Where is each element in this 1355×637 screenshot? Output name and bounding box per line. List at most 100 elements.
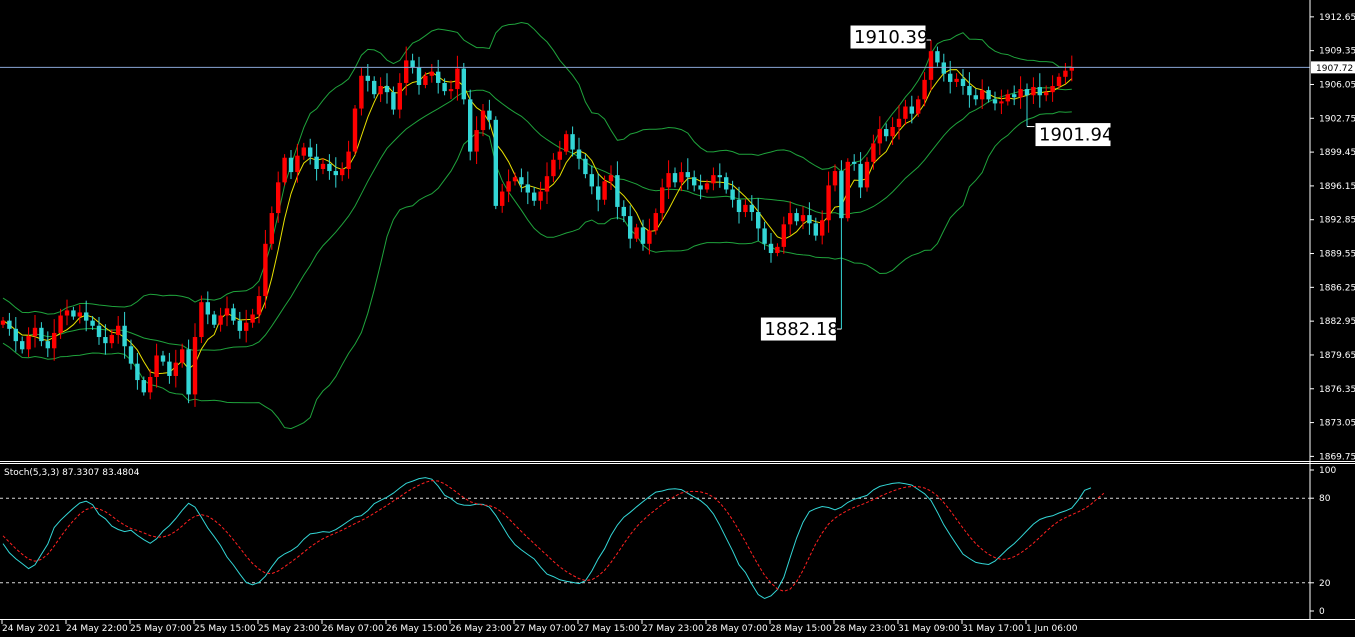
bear-candle	[186, 349, 191, 395]
bull-candle	[877, 129, 882, 144]
bear-candle	[698, 185, 703, 190]
stoch-tick-label: 0	[1319, 607, 1325, 617]
time-tick-label: 25 May 07:00	[130, 624, 192, 634]
bull-candle	[896, 118, 902, 127]
bear-candle	[205, 302, 210, 315]
bull-candle	[180, 349, 185, 363]
bull-candle	[480, 110, 486, 131]
bollinger-bands	[2, 21, 1072, 430]
bull-candle	[199, 302, 204, 338]
bull-candle	[397, 82, 402, 110]
bull-candle	[608, 175, 614, 182]
bull-candle	[32, 327, 38, 337]
indicator-legend: Stoch(5,3,3) 87.3307 83.4804	[4, 468, 140, 478]
lower-band	[2, 111, 1072, 430]
bull-candle	[77, 312, 82, 317]
bull-candle	[500, 191, 505, 206]
bull-candle	[1044, 92, 1049, 96]
price-tick-label: 1906.05	[1319, 80, 1355, 90]
bear-candle	[1012, 94, 1017, 98]
price-tick-label: 1909.35	[1319, 47, 1355, 57]
time-tick-label: 27 May 15:00	[578, 624, 640, 634]
bull-candle	[602, 181, 607, 200]
callout-label: 1882.18	[764, 319, 838, 340]
bull-candle	[250, 314, 255, 323]
bear-candle	[525, 184, 530, 193]
time-tick-label: 26 May 23:00	[450, 624, 512, 634]
bear-candle	[992, 99, 998, 104]
bull-candle	[871, 143, 876, 162]
price-tick-label: 1869.75	[1319, 452, 1355, 462]
price-tick-label: 1899.45	[1319, 148, 1355, 158]
stoch-tick-label: 80	[1319, 494, 1331, 504]
bear-candle	[372, 80, 377, 95]
bull-candle	[1018, 89, 1023, 98]
bear-candle	[852, 161, 857, 164]
bull-candle	[820, 220, 825, 236]
bear-candle	[493, 119, 498, 206]
bear-candle	[7, 320, 12, 329]
bull-candle	[928, 51, 934, 80]
bull-candle	[455, 68, 460, 90]
bear-candle	[442, 82, 447, 92]
price-tick-label: 1912.65	[1319, 13, 1355, 23]
bull-candle	[916, 99, 921, 114]
time-tick-label: 26 May 15:00	[386, 624, 448, 634]
bear-candle	[461, 68, 466, 100]
bull-candle	[359, 75, 364, 109]
bear-candle	[333, 171, 338, 176]
bear-candle	[756, 212, 761, 229]
bull-candle	[544, 176, 550, 192]
bull-candle	[557, 151, 562, 160]
bear-candle	[570, 134, 575, 150]
bull-candle	[404, 60, 409, 83]
bear-candle	[967, 86, 972, 96]
stoch-tick-label: 100	[1319, 466, 1336, 476]
bull-candle	[788, 213, 793, 225]
time-tick-label: 1 Jun 06:00	[1026, 624, 1078, 634]
bear-candle	[410, 60, 415, 68]
bull-candle	[954, 78, 959, 82]
bull-candle	[704, 183, 710, 190]
bear-candle	[1037, 87, 1042, 96]
bear-candle	[583, 158, 588, 175]
price-tick-label: 1879.65	[1319, 351, 1355, 361]
bear-candle	[724, 177, 729, 190]
time-axis: 24 May 2021 24 May 22:00 25 May 07:00 25 Ma…	[1, 620, 1078, 634]
bear-candle	[96, 325, 102, 338]
bear-candle	[628, 216, 633, 239]
bear-candle	[717, 175, 722, 178]
bull-candle	[116, 325, 121, 335]
bull-candle	[192, 337, 198, 395]
time-tick-label: 25 May 15:00	[194, 624, 256, 634]
bear-candle	[231, 308, 236, 321]
bull-candle	[429, 71, 434, 76]
bear-candle	[90, 320, 95, 326]
bull-candle	[653, 213, 658, 231]
bull-candle	[564, 134, 569, 152]
bear-candle	[749, 204, 754, 213]
bull-candle	[1005, 94, 1010, 102]
time-tick-label: 27 May 23:00	[642, 624, 704, 634]
bear-candle	[621, 206, 626, 217]
bear-candle	[288, 157, 294, 173]
bear-candle	[84, 312, 89, 321]
time-tick-label: 28 May 23:00	[834, 624, 896, 634]
time-tick-label: 31 May 09:00	[898, 624, 960, 634]
bear-candle	[487, 110, 492, 120]
price-chart[interactable]: 1907.72 1910.39 1901.94 1882.18 1912.65 190…	[0, 0, 1355, 637]
bull-candle	[474, 130, 479, 152]
price-tick-label: 1876.35	[1319, 385, 1355, 395]
bull-candle	[218, 315, 223, 325]
time-tick-label: 26 May 07:00	[322, 624, 384, 634]
time-tick-label: 28 May 07:00	[706, 624, 768, 634]
bear-candle	[813, 223, 818, 236]
callout-label: 1901.94	[1039, 125, 1113, 146]
bull-candle	[340, 169, 345, 176]
bull-candle	[1056, 76, 1062, 87]
bear-candle	[532, 192, 537, 201]
price-tick-label: 1886.25	[1319, 283, 1355, 293]
bull-candle	[263, 243, 268, 297]
bear-candle	[416, 67, 422, 85]
bear-candle	[237, 320, 242, 331]
